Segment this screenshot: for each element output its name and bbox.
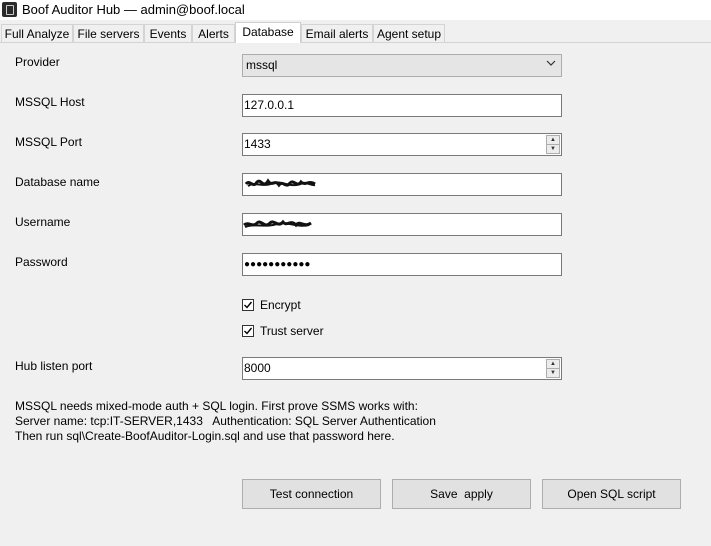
- tab-alerts[interactable]: Alerts: [192, 24, 235, 42]
- spin-down-icon[interactable]: ▼: [547, 369, 559, 377]
- help-note-line: Then run sql\Create-BoofAuditor-Login.sq…: [15, 429, 395, 443]
- tab-bar: Full Analyze File servers Events Alerts …: [0, 22, 711, 43]
- spin-up-icon[interactable]: ▲: [547, 136, 559, 145]
- redacted-scribble: [243, 219, 312, 228]
- encrypt-checkbox[interactable]: Encrypt: [242, 298, 301, 312]
- provider-label: Provider: [15, 55, 60, 69]
- password-input[interactable]: ●●●●●●●●●●●: [242, 253, 562, 276]
- title-bar: Boof Auditor Hub — admin@boof.local: [0, 0, 711, 20]
- window-title: Boof Auditor Hub — admin@boof.local: [22, 2, 245, 17]
- encrypt-label[interactable]: Encrypt: [260, 298, 301, 312]
- hub-listen-port-stepper[interactable]: 8000 ▲ ▼: [242, 357, 562, 380]
- save-apply-button[interactable]: Save apply: [392, 479, 531, 509]
- help-note-line: Server name: tcp:IT-SERVER,1433 Authenti…: [15, 414, 436, 428]
- checkmark-icon[interactable]: [242, 325, 254, 337]
- checkmark-icon[interactable]: [242, 299, 254, 311]
- tab-events[interactable]: Events: [144, 24, 192, 42]
- test-connection-button[interactable]: Test connection: [242, 479, 381, 509]
- provider-select[interactable]: mssql: [242, 54, 562, 77]
- tab-divider: [0, 42, 711, 43]
- database-name-label: Database name: [15, 175, 100, 189]
- username-label: Username: [15, 215, 71, 229]
- tab-database[interactable]: Database: [235, 22, 301, 43]
- spin-up-icon[interactable]: ▲: [547, 360, 559, 369]
- help-note: MSSQL needs mixed-mode auth + SQL login.…: [15, 399, 436, 444]
- chevron-down-icon: [546, 56, 556, 77]
- mssql-port-value: 1433: [244, 137, 271, 151]
- redacted-scribble: [245, 178, 316, 188]
- mssql-host-input[interactable]: 127.0.0.1: [242, 94, 562, 117]
- hub-listen-port-value: 8000: [244, 361, 271, 375]
- spin-down-icon[interactable]: ▼: [547, 145, 559, 153]
- listen-port-spinner[interactable]: ▲ ▼: [546, 359, 560, 378]
- tab-email-alerts[interactable]: Email alerts: [301, 24, 373, 42]
- tab-full-analyze[interactable]: Full Analyze: [1, 24, 73, 42]
- hub-listen-port-label: Hub listen port: [15, 359, 93, 373]
- trust-server-label[interactable]: Trust server: [260, 324, 324, 338]
- mssql-port-label: MSSQL Port: [15, 135, 82, 149]
- mssql-host-label: MSSQL Host: [15, 95, 85, 109]
- tab-file-servers[interactable]: File servers: [73, 24, 144, 42]
- help-note-line: MSSQL needs mixed-mode auth + SQL login.…: [15, 399, 418, 413]
- password-label: Password: [15, 255, 68, 269]
- username-input[interactable]: [242, 213, 562, 236]
- port-spinner[interactable]: ▲ ▼: [546, 135, 560, 154]
- open-sql-script-button[interactable]: Open SQL script: [542, 479, 681, 509]
- provider-value: mssql: [246, 58, 278, 72]
- database-name-input[interactable]: [242, 173, 562, 196]
- tab-agent-setup[interactable]: Agent setup: [373, 24, 445, 42]
- app-icon: [2, 2, 17, 17]
- mssql-port-stepper[interactable]: 1433 ▲ ▼: [242, 133, 562, 156]
- trust-server-checkbox[interactable]: Trust server: [242, 324, 324, 338]
